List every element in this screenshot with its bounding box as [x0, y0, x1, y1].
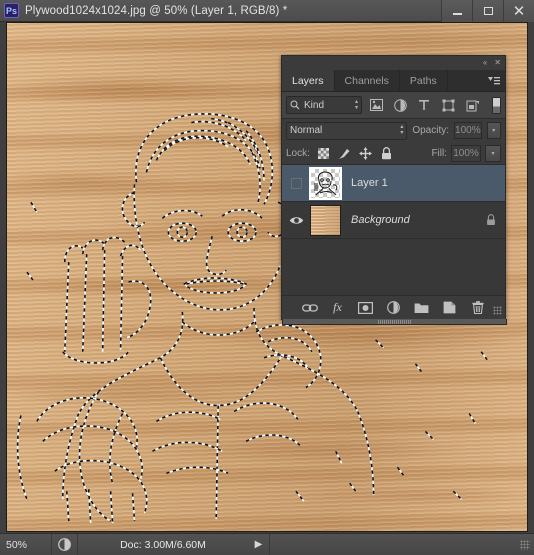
add-layer-mask-icon[interactable]: [358, 300, 374, 316]
window-titlebar: Ps Plywood1024x1024.jpg @ 50% (Layer 1, …: [0, 0, 534, 22]
pixel-layer-filter-icon[interactable]: [366, 96, 386, 115]
shape-layer-filter-icon[interactable]: [438, 96, 458, 115]
layer-thumbnail-layer-1[interactable]: [309, 166, 342, 200]
fill-label: Fill:: [431, 147, 447, 159]
eye-visible-icon: [289, 216, 303, 224]
opacity-value[interactable]: 100%: [454, 122, 482, 139]
opacity-label: Opacity:: [412, 125, 450, 136]
document-size-info: Doc: 3.00M/6.60M: [120, 538, 206, 551]
panel-drag-grip: [377, 319, 412, 324]
close-panel-icon[interactable]: ✕: [494, 59, 501, 67]
panel-menu-icon[interactable]: [483, 70, 505, 91]
sketch-thumbnail-art: [314, 170, 338, 195]
layer-visibility-toggle-layer-1[interactable]: [286, 177, 306, 189]
smart-object-filter-icon[interactable]: [462, 96, 482, 115]
window-title: Plywood1024x1024.jpg @ 50% (Layer 1, RGB…: [25, 4, 288, 17]
lock-label: Lock:: [286, 147, 310, 159]
document-thumb-icon[interactable]: [52, 534, 78, 555]
magnifier-icon: [290, 100, 300, 110]
window-resize-grip[interactable]: [520, 539, 530, 550]
layer-name-background[interactable]: Background: [345, 214, 477, 226]
layer-row-background[interactable]: Background: [282, 202, 505, 239]
panel-bottom-handle[interactable]: [282, 319, 507, 325]
layer-name-layer-1[interactable]: Layer 1: [345, 177, 477, 189]
document-canvas-area[interactable]: « ✕ Layers Channels Paths Kind ▴ ▾ Norma…: [0, 22, 534, 533]
close-button[interactable]: ✕: [503, 0, 534, 22]
fx-label: fx: [333, 300, 342, 314]
maximize-button[interactable]: [472, 0, 503, 22]
layer-filter-row: Kind ▴ ▾: [282, 92, 505, 119]
window-controls: ✕: [441, 0, 534, 22]
tabs-spacer: [447, 70, 483, 91]
layer-thumbnail-background[interactable]: [310, 204, 341, 236]
collapse-panel-icon[interactable]: «: [483, 59, 487, 67]
adjustment-layer-filter-icon[interactable]: [390, 96, 410, 115]
layers-panel-footer: fx: [282, 295, 505, 319]
zoom-level-field[interactable]: 50%: [0, 534, 52, 555]
fill-value[interactable]: 100%: [451, 144, 481, 162]
lock-image-pixels-icon[interactable]: [336, 145, 353, 162]
blend-mode-row: Normal ▴ ▾ Opacity: 100% ▾: [282, 119, 505, 142]
opacity-dropdown-icon[interactable]: ▾: [486, 122, 501, 139]
spinner-up-icon: ▴: [354, 98, 358, 105]
eye-hidden-icon: [290, 177, 302, 189]
tab-paths[interactable]: Paths: [399, 70, 448, 91]
blend-mode-select[interactable]: Normal ▴ ▾: [286, 121, 408, 140]
panel-tabs: Layers Channels Paths: [282, 70, 505, 92]
delete-layer-icon[interactable]: [470, 300, 486, 316]
layer-row-layer-1[interactable]: Layer 1: [282, 165, 505, 202]
filter-kind-select[interactable]: Kind ▴ ▾: [286, 96, 362, 114]
tab-channels[interactable]: Channels: [334, 70, 400, 91]
filter-kind-label: Kind: [304, 99, 325, 111]
status-bar-filler: [270, 534, 520, 555]
new-layer-icon[interactable]: [442, 300, 458, 316]
link-layers-icon[interactable]: [301, 300, 318, 316]
panel-resize-grip[interactable]: [493, 306, 502, 315]
new-adjustment-layer-icon[interactable]: [386, 300, 402, 316]
lock-all-icon[interactable]: [378, 145, 395, 162]
blend-mode-value: Normal: [290, 125, 323, 136]
tab-layers[interactable]: Layers: [282, 70, 335, 91]
filter-kind-spinner[interactable]: ▴ ▾: [354, 98, 358, 111]
spinner-down-icon: ▾: [354, 104, 358, 111]
status-bar: 50% Doc: 3.00M/6.60M ▶: [0, 533, 534, 555]
lock-row: Lock: Fill: 100% ▾: [282, 142, 505, 165]
wood-thumbnail-art: [311, 205, 340, 235]
layer-visibility-toggle-background[interactable]: [286, 215, 306, 226]
new-group-icon[interactable]: [414, 300, 430, 316]
lock-position-icon[interactable]: [357, 145, 374, 162]
background-lock-icon: [481, 214, 501, 226]
photoshop-logo-icon: Ps: [4, 3, 19, 18]
minimize-button[interactable]: [441, 0, 472, 22]
type-layer-filter-icon[interactable]: [414, 96, 434, 115]
layer-style-fx-icon[interactable]: fx: [330, 300, 346, 316]
layers-list[interactable]: Layer 1 Background: [282, 165, 505, 295]
blend-mode-spinner: ▴ ▾: [400, 124, 404, 136]
fill-dropdown-icon[interactable]: ▾: [485, 144, 501, 162]
filter-enable-toggle[interactable]: [492, 96, 501, 114]
lock-transparent-pixels-icon[interactable]: [315, 145, 332, 162]
layers-panel[interactable]: « ✕ Layers Channels Paths Kind ▴ ▾ Norma…: [281, 55, 507, 325]
spinner-down-icon: ▾: [400, 130, 404, 136]
panel-header-bar: « ✕: [282, 56, 505, 70]
status-menu-arrow-icon[interactable]: ▶: [248, 534, 270, 555]
